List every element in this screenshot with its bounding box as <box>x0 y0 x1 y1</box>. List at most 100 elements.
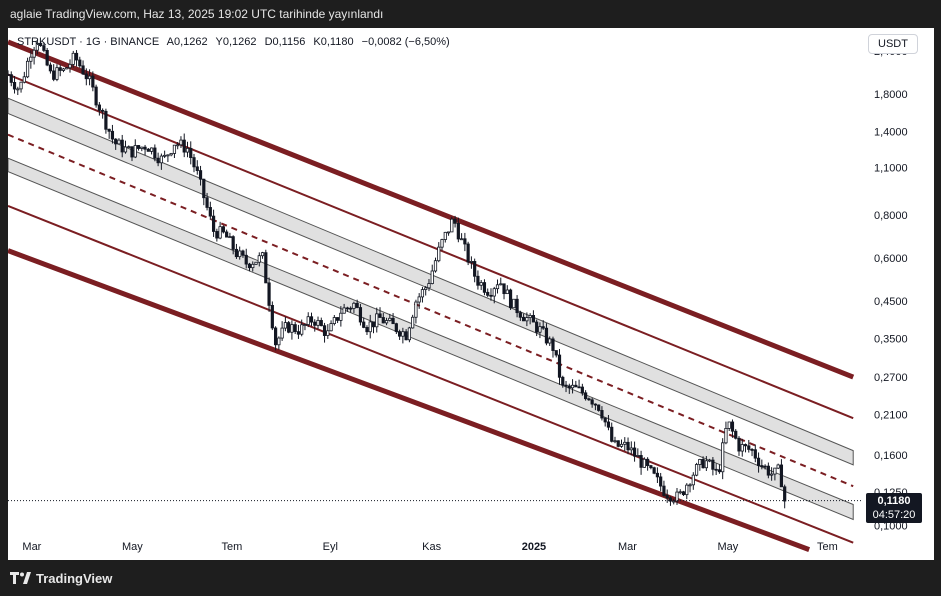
tradingview-logo-icon <box>10 572 31 584</box>
candle-body <box>182 139 186 153</box>
candle-body <box>743 444 748 447</box>
candle-body <box>688 484 692 487</box>
candle-body <box>179 139 183 146</box>
candle-body <box>156 157 160 164</box>
candle-body <box>753 449 757 459</box>
candle-body <box>345 307 349 310</box>
candle-body <box>691 474 695 486</box>
candle-body <box>685 484 689 496</box>
candle-body <box>247 263 252 269</box>
candle-body <box>495 284 500 290</box>
candle-body <box>104 110 108 130</box>
candle-body <box>251 263 255 269</box>
candle-body <box>404 331 408 341</box>
candle-body <box>414 301 418 318</box>
candle-body <box>783 486 787 502</box>
candle-body <box>505 289 509 295</box>
candle-body <box>567 385 571 389</box>
candle-body <box>469 261 473 263</box>
candle-body <box>202 178 206 199</box>
candle-body <box>446 231 451 234</box>
candle-body <box>362 321 366 328</box>
candle-body <box>407 327 411 341</box>
candle-body <box>443 231 447 240</box>
candle-body <box>342 307 346 314</box>
y-tick-label: 0,4500 <box>874 296 908 308</box>
candle-body <box>450 218 454 233</box>
y-tick-label: 0,6000 <box>874 253 908 265</box>
candle-body <box>313 321 317 326</box>
candle-body <box>538 326 542 333</box>
currency-button[interactable]: USDT <box>868 34 918 54</box>
candle-body <box>557 354 562 378</box>
candle-body <box>25 60 30 78</box>
candle-body <box>371 321 376 328</box>
candle-body <box>45 50 49 66</box>
candle-body <box>394 323 398 332</box>
x-tick-label: Tem <box>221 541 242 553</box>
candle-body <box>97 104 101 111</box>
candle-body <box>747 445 751 450</box>
x-tick-label: 2025 <box>522 541 546 553</box>
candle-body <box>730 421 735 432</box>
channel-line-outer-lower <box>8 248 811 552</box>
y-tick-label: 1,8000 <box>874 89 908 101</box>
legend-symbol[interactable]: STRKUSDT · 1G · BINANCE <box>17 36 159 48</box>
candle-body <box>460 238 464 241</box>
tradingview-logo[interactable]: TradingView <box>10 571 112 586</box>
candle-body <box>708 459 712 462</box>
candle-body <box>717 469 722 473</box>
candle-body <box>430 270 434 284</box>
last-price-value: 0,1180 <box>877 494 911 507</box>
candle-body <box>208 207 212 217</box>
candle-body <box>306 316 310 325</box>
candle-body <box>603 417 607 423</box>
candle-body <box>610 426 614 442</box>
candle-body <box>355 302 359 308</box>
candle-body <box>332 317 336 324</box>
candle-body <box>32 49 36 58</box>
candle-body <box>277 337 281 346</box>
chart-panel[interactable]: 2,40001,80001,40001,10000,80000,60000,45… <box>8 28 934 560</box>
candle-body <box>750 449 754 451</box>
candle-body <box>71 52 75 65</box>
y-tick-label: 1,4000 <box>874 126 908 138</box>
candle-body <box>198 170 203 180</box>
last-price-tag: 0,1180 04:57:20 <box>866 492 922 523</box>
candle-body <box>205 197 209 208</box>
x-tick-label: Mar <box>22 541 41 553</box>
candle-body <box>231 236 235 250</box>
candle-body <box>81 65 85 75</box>
candle-body <box>473 261 477 277</box>
candle-body <box>352 302 356 309</box>
candle-body <box>489 294 493 297</box>
candle-body <box>176 144 180 147</box>
candle-body <box>564 384 568 387</box>
candle-body <box>316 320 320 326</box>
candle-body <box>16 88 20 91</box>
candle-body <box>55 67 59 80</box>
candle-body <box>756 457 761 466</box>
candle-body <box>453 218 457 224</box>
candle-body <box>195 166 199 171</box>
price-axis: 2,40001,80001,40001,10000,80000,60000,45… <box>874 46 908 532</box>
candle-body <box>329 323 333 332</box>
candle-body <box>65 67 69 70</box>
candle-body <box>580 386 584 394</box>
candle-body <box>358 307 363 323</box>
price-chart[interactable]: 2,40001,80001,40001,10000,80000,60000,45… <box>8 28 934 560</box>
candle-body <box>711 459 715 470</box>
candle-body <box>548 338 552 344</box>
candle-body <box>123 146 128 153</box>
publish-line: aglaie TradingView.com, Haz 13, 2025 19:… <box>10 7 384 21</box>
channel-bands <box>8 97 854 521</box>
x-tick-label: Eyl <box>323 541 338 553</box>
time-axis: Mar May Tem Eyl Kas 2025 Mar May Tem <box>22 541 837 553</box>
candle-body <box>143 146 147 150</box>
candle-body <box>365 327 369 333</box>
candle-body <box>169 153 173 156</box>
candle-body <box>68 63 72 69</box>
candle-body <box>19 81 23 90</box>
candle-body <box>554 350 558 356</box>
candle-body <box>632 447 637 457</box>
